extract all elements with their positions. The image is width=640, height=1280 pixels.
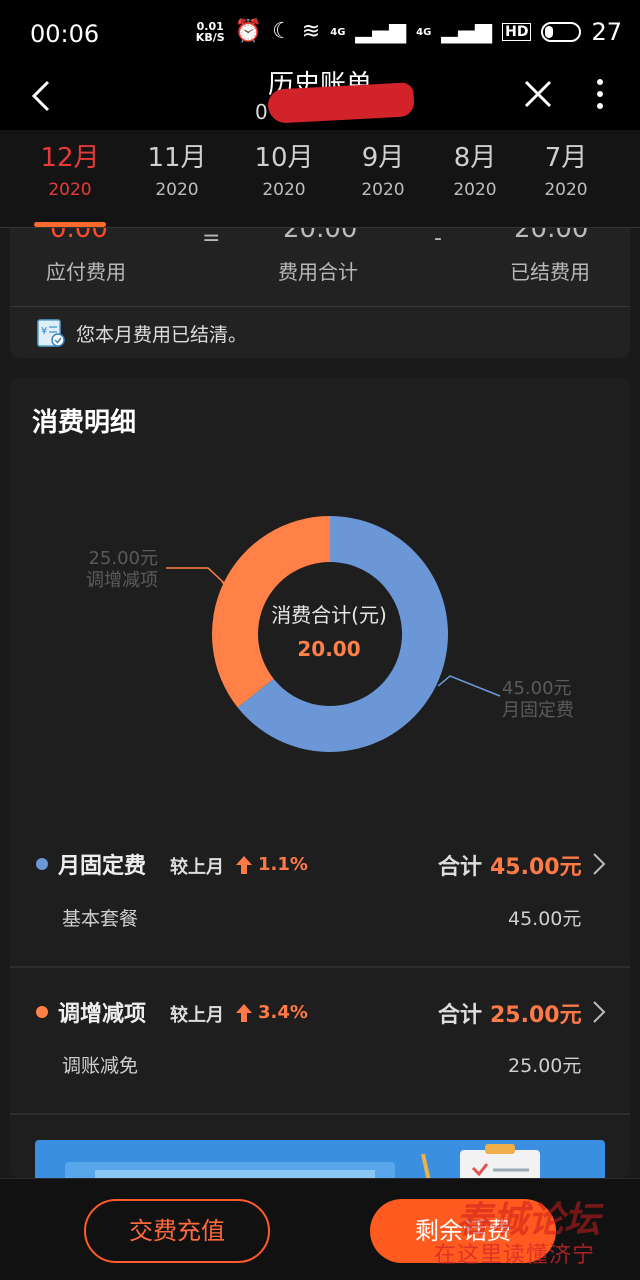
tab-year-label: 2020 xyxy=(262,180,306,200)
fixed-fee-dot xyxy=(36,858,48,870)
leader-line-fixed-fee xyxy=(437,675,501,697)
tab-month-7[interactable]: 7月 2020 xyxy=(521,140,611,204)
settled-amount: 20.00 xyxy=(514,228,589,244)
bottom-bar: 交费充值 剩余话费 春城论坛 在这里读懂济宁 xyxy=(0,1178,640,1280)
recharge-button[interactable]: 交费充值 xyxy=(84,1199,270,1263)
total-label: 合计 xyxy=(438,855,483,880)
payable-amount: 0.00 xyxy=(50,228,108,244)
month-tabs: 12月 2020 11月 2020 10月 2020 9月 2020 8月 20… xyxy=(0,130,640,228)
tab-month-label: 6 xyxy=(624,140,640,176)
banner-illustration xyxy=(65,1144,540,1178)
divider xyxy=(10,306,630,307)
compare-label: 较上月 xyxy=(170,1005,224,1026)
item-name: 基本套餐 xyxy=(62,908,139,930)
dnd-icon: ☾ xyxy=(272,19,292,44)
tab-month-11[interactable]: 11月 2020 xyxy=(132,140,222,204)
alarm-icon: ⏰ xyxy=(234,19,263,44)
donut-chart: 消费合计(元) 20.00 45.00元月固定费 25.00元调增减项 xyxy=(86,516,574,752)
category-name: 月固定费 xyxy=(58,854,147,879)
wifi-icon: ≋ xyxy=(301,19,321,44)
tab-month-label: 8月 xyxy=(453,143,497,173)
equals-sign: = xyxy=(202,228,221,251)
status-time: 00:06 xyxy=(30,20,100,48)
item-value: 25.00元 xyxy=(508,1055,582,1077)
change-percent: 1.1% xyxy=(258,854,308,875)
tab-year-label: 2020 xyxy=(544,180,588,200)
status-bar: 00:06 0.01 KB/S ⏰ ☾ ≋ 4G ▂▄▆ 4G ▂▄▆ HD 2… xyxy=(0,0,640,64)
consumption-detail-card: 消费明细 消费合计(元) 20.00 45.00元 月固定费 25.00元 调增减项 … xyxy=(10,378,630,1178)
tab-month-6[interactable]: 6 xyxy=(624,140,640,176)
status-icons: 0.01 KB/S ⏰ ☾ ≋ 4G ▂▄▆ 4G ▂▄▆ HD 27 xyxy=(196,18,622,46)
signal-icon-2: ▂▄▆ xyxy=(441,19,493,44)
tab-month-label: 7月 xyxy=(544,143,588,173)
network-speed: 0.01 KB/S xyxy=(196,21,225,43)
tab-year-label: 2020 xyxy=(155,180,199,200)
tab-year-label: 2020 xyxy=(48,180,92,200)
category-name: 调增减项 xyxy=(58,1002,147,1027)
settled-label: 已结费用 xyxy=(510,260,590,284)
network-type-2: 4G xyxy=(416,26,432,38)
signal-icon: ▂▄▆ xyxy=(355,19,407,44)
change-percent: 3.4% xyxy=(258,1002,308,1023)
watermark: 春城论坛 在这里读懂济宁 xyxy=(420,1189,640,1279)
item-name: 调账减免 xyxy=(62,1055,139,1077)
minus-sign: - xyxy=(434,228,442,251)
network-speed-unit: KB/S xyxy=(195,31,225,44)
close-icon[interactable] xyxy=(520,76,556,112)
receipt-icon: ¥ xyxy=(37,319,65,347)
tab-month-label: 10月 xyxy=(254,143,314,173)
tab-month-10[interactable]: 10月 2020 xyxy=(239,140,329,204)
total-amount: 20.00 xyxy=(283,228,358,244)
active-tab-indicator xyxy=(34,222,106,227)
phone-number: 0 xyxy=(255,100,268,124)
arrow-up-icon xyxy=(236,1004,252,1022)
payable-label: 应付费用 xyxy=(46,260,126,284)
category-total: 25.00元 xyxy=(490,1003,582,1028)
battery-level: 27 xyxy=(591,18,622,46)
tab-year-label: 2020 xyxy=(361,180,405,200)
svg-text:¥: ¥ xyxy=(41,326,47,337)
hd-icon: HD xyxy=(502,23,532,41)
watermark-top: 春城论坛 xyxy=(456,1200,601,1241)
slice-name-label-fixed-fee: 月固定费 xyxy=(502,700,574,721)
tab-year-label: 2020 xyxy=(453,180,497,200)
tab-month-8[interactable]: 8月 2020 xyxy=(430,140,520,204)
watermark-bottom: 在这里读懂济宁 xyxy=(434,1243,596,1268)
divider xyxy=(10,1113,630,1115)
adjustment-dot xyxy=(36,1006,48,1018)
total-label: 费用合计 xyxy=(278,260,358,284)
promo-banner[interactable] xyxy=(35,1140,605,1178)
chevron-right-icon[interactable] xyxy=(592,1000,606,1024)
donut-center-value: 20.00 xyxy=(297,637,360,661)
tab-month-9[interactable]: 9月 2020 xyxy=(338,140,428,204)
tab-month-label: 9月 xyxy=(361,143,405,173)
slice-name-label-adjustment: 调增减项 xyxy=(86,570,158,591)
tab-month-label: 12月 xyxy=(40,143,100,173)
slice-value-label-adjustment: 25.00元 xyxy=(88,548,158,569)
donut-center-label: 消费合计(元) xyxy=(271,603,387,627)
compare-label: 较上月 xyxy=(170,857,224,878)
category-total: 45.00元 xyxy=(490,855,582,880)
tab-month-label: 11月 xyxy=(147,143,207,173)
battery-icon xyxy=(541,22,582,42)
divider xyxy=(10,966,630,968)
arrow-up-icon xyxy=(236,856,252,874)
chevron-right-icon[interactable] xyxy=(592,852,606,876)
summary-card: 0.00 = 20.00 - 20.00 应付费用 费用合计 已结费用 ¥ 您本… xyxy=(10,228,630,358)
settled-notice: 您本月费用已结清。 xyxy=(76,324,248,346)
item-value: 45.00元 xyxy=(508,908,582,930)
tab-month-12[interactable]: 12月 2020 xyxy=(25,140,115,204)
slice-value-label-fixed-fee: 45.00元 xyxy=(502,678,572,699)
more-icon[interactable] xyxy=(590,74,610,114)
total-label: 合计 xyxy=(438,1003,483,1028)
network-type-1: 4G xyxy=(330,26,346,38)
